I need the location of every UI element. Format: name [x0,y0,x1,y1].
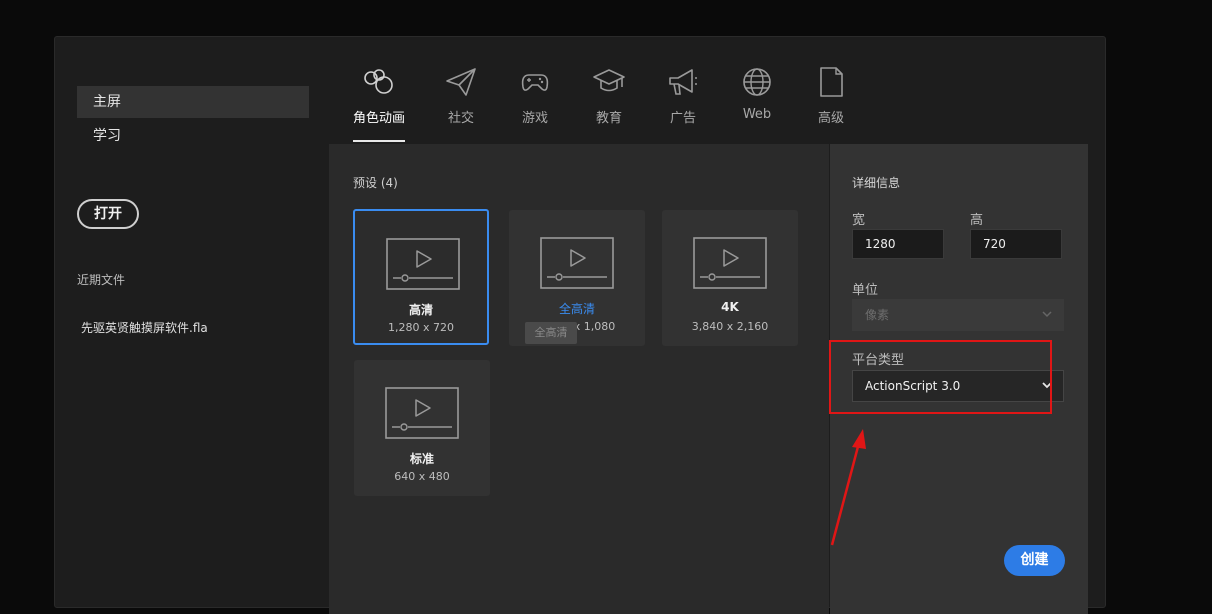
preset-size: 1,280 x 720 [388,321,454,334]
annotation-arrow [830,429,866,546]
preset-name: 全高清 [558,302,595,316]
globe-icon [743,68,771,96]
create-button[interactable]: 创建 [1004,545,1065,576]
video-preset-icon [693,237,767,289]
open-button[interactable]: 打开 [77,199,139,229]
tab-web[interactable]: Web [727,67,787,122]
tab-games[interactable]: 游戏 [505,67,565,126]
document-icon [820,67,843,97]
preset-card-standard[interactable]: 标准 640 x 480 [354,360,490,496]
gamepad-icon [521,74,549,91]
presets-heading: 预设 (4) [353,176,398,190]
tab-label: 角色动画 [352,111,405,126]
recent-files-heading: 近期文件 [77,273,126,287]
unit-select[interactable]: 像素 [852,299,1064,331]
tab-label: 教育 [595,111,622,126]
tab-social[interactable]: 社交 [431,67,491,126]
details-heading: 详细信息 [852,176,901,190]
tab-character-animation[interactable]: 角色动画 [349,67,409,126]
tab-label: 社交 [447,111,474,126]
video-preset-icon [385,387,459,439]
unit-value: 像素 [865,308,890,322]
character-animation-icon [364,69,393,94]
chevron-down-icon [1041,300,1053,341]
sidebar-item-learn[interactable]: 学习 [77,120,309,152]
tab-education[interactable]: 教育 [579,67,639,126]
preset-card-hd[interactable]: 高清 1,280 x 720 [353,209,489,345]
sidebar-item-label: 主屏 [93,94,121,110]
tab-advertising[interactable]: 广告 [653,67,713,126]
annotation-highlight-box [829,340,1052,414]
video-preset-icon [540,237,614,289]
tab-advanced[interactable]: 高级 [801,67,861,126]
preset-size: 640 x 480 [394,470,450,483]
new-document-dialog: 主屏 学习 打开 近期文件 先驱英贤触摸屏软件.fla 角色动画 社交 游戏 教… [54,36,1106,614]
unit-label: 单位 [852,283,879,298]
preset-name: 标准 [409,452,434,466]
tab-label: 游戏 [521,111,548,126]
video-preset-icon [386,238,460,290]
active-tab-underline [353,140,405,142]
recent-file-item[interactable]: 先驱英贤触摸屏软件.fla [81,319,208,336]
height-input[interactable]: 720 [970,229,1062,259]
tab-label: 高级 [817,111,844,126]
preset-tooltip: 全高清 [525,322,577,344]
width-input[interactable]: 1280 [852,229,944,259]
graduation-cap-icon [593,69,625,92]
preset-size: 3,840 x 2,160 [691,320,769,333]
width-label: 宽 [852,213,866,228]
preset-name: 高清 [408,303,433,317]
sidebar-item-label: 学习 [93,128,121,144]
preset-name: 4K [721,300,739,314]
tab-label: Web [742,107,772,122]
paper-plane-icon [446,68,476,96]
tab-label: 广告 [669,111,696,126]
preset-card-4k[interactable]: 4K 3,840 x 2,160 [662,210,798,346]
megaphone-icon [669,69,697,95]
presets-panel: 预设 (4) 高清 1,280 x 720 全高清 1,920 x 1,080 [329,144,829,614]
height-label: 高 [970,213,984,228]
sidebar-item-home[interactable]: 主屏 [77,86,309,118]
